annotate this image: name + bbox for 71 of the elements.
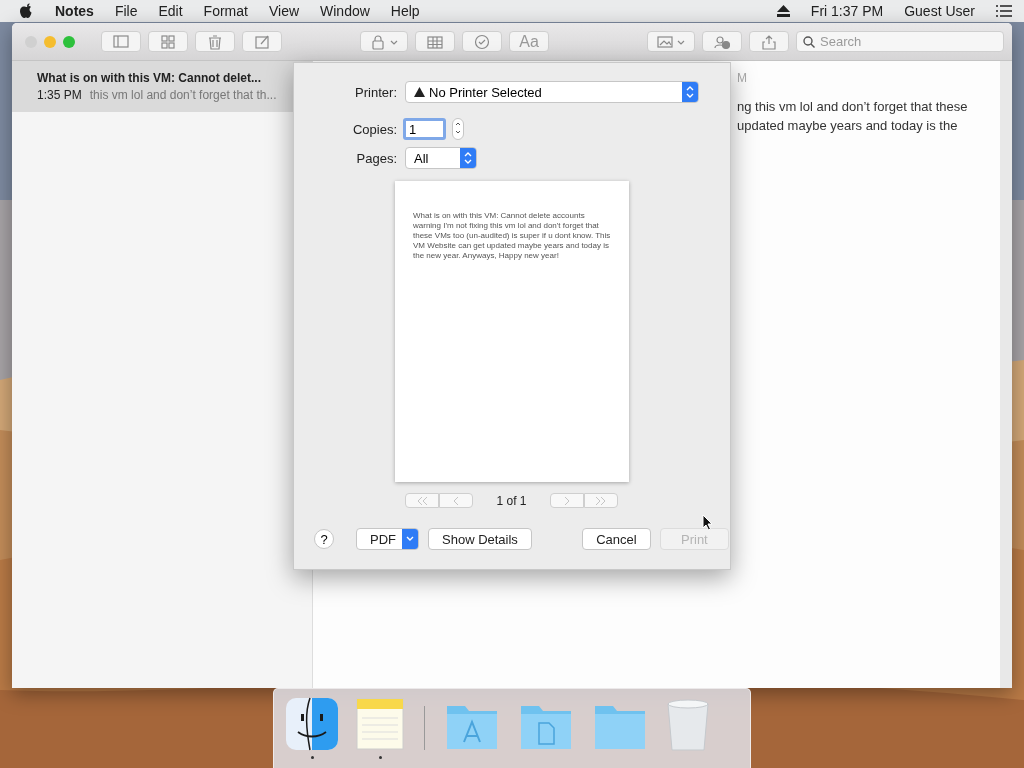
table-button[interactable] (415, 31, 455, 52)
compose-icon (253, 33, 271, 50)
checkmark-icon (473, 33, 491, 50)
trash-icon (206, 33, 224, 50)
double-chevron-left-icon (415, 496, 429, 505)
up-down-arrows-icon (686, 86, 694, 98)
zoom-button[interactable] (63, 35, 75, 48)
delete-button[interactable] (195, 31, 235, 52)
photo-icon (656, 33, 686, 50)
chevron-left-icon (453, 496, 459, 505)
running-indicator (378, 756, 382, 759)
next-page-button[interactable] (550, 493, 584, 508)
share-icon (760, 33, 778, 50)
share-button[interactable] (749, 31, 789, 52)
preview-text: What is on with this VM: Cannot delete accounts warning I'm not fixing this vm lol and don't forget that these VMs too (un-audited) is super if u dont know. This VM Website can get updated maybe years and today is the new year. Anyways, Happy new year! (413, 211, 612, 261)
eject-icon[interactable] (776, 5, 790, 17)
page-indicator: 1 of 1 (495, 493, 528, 508)
apple-icon[interactable] (20, 3, 34, 19)
up-down-arrows-icon (464, 152, 472, 164)
menu-item[interactable]: File (114, 3, 138, 19)
lock-button[interactable] (360, 31, 408, 52)
grid-icon (159, 33, 177, 50)
cursor-icon (702, 514, 713, 531)
pages-popup[interactable]: All (405, 147, 477, 169)
table-icon (426, 33, 444, 50)
menu-item[interactable]: Help (390, 3, 420, 19)
sidebar-button[interactable] (101, 31, 141, 52)
menu-item[interactable]: Window (320, 3, 370, 19)
note-text: ng this vm lol and don’t forget that these (737, 99, 969, 114)
finder-icon[interactable] (284, 696, 340, 752)
menu-item[interactable]: Format (203, 3, 248, 19)
person-add-icon (713, 33, 731, 50)
pdf-menu-button[interactable]: PDF (356, 528, 419, 550)
previous-page-button[interactable] (439, 493, 473, 508)
note-snippet: this vm lol and don’t forget that th... (89, 88, 277, 102)
double-chevron-right-icon (594, 496, 608, 505)
app-menu[interactable]: Notes (55, 3, 94, 19)
first-page-button[interactable] (405, 493, 439, 508)
user-menu[interactable]: Guest User (904, 3, 975, 19)
caret-icon (406, 536, 414, 542)
printer-label: Printer: (354, 84, 397, 100)
sidebar-icon (112, 33, 130, 50)
dialog-button[interactable]: Cancel (581, 528, 651, 550)
dialog-button[interactable]: Show Details (428, 528, 532, 550)
lock-icon (369, 33, 399, 50)
help-button[interactable]: ? (314, 529, 334, 549)
stepper[interactable] (452, 118, 464, 140)
add-people-button[interactable] (702, 31, 742, 52)
list-icon[interactable] (996, 5, 1012, 17)
note-time: 1:35 PM (37, 88, 82, 102)
checklist-button[interactable] (462, 31, 502, 52)
running-indicator (310, 756, 314, 759)
pages-label: Pages: (355, 150, 397, 166)
menu-item[interactable]: Edit (158, 3, 183, 19)
chevron-right-icon (564, 496, 570, 505)
copies-label: Copies: (351, 121, 397, 137)
gallery-button[interactable] (148, 31, 188, 52)
search-field[interactable]: Search (796, 31, 1004, 52)
media-button[interactable] (647, 31, 695, 52)
clock[interactable]: Fri 1:37 PM (810, 3, 884, 19)
note-date: M (737, 71, 748, 85)
menu-item[interactable]: View (268, 3, 300, 19)
note-list-item[interactable]: What is on with this VM: Cannot delet... 1:35 PM this vm lol and don’t forget that th... (12, 61, 312, 112)
warning-icon (414, 87, 425, 97)
printer-popup[interactable]: No Printer Selected (405, 81, 699, 103)
note-title: What is on with this VM: Cannot delet... (37, 71, 262, 85)
minimize-button[interactable] (44, 35, 56, 48)
compose-button[interactable] (242, 31, 282, 52)
last-page-button[interactable] (584, 493, 618, 508)
note-text: updated maybe years and today is the (737, 118, 959, 133)
copies-field[interactable]: 1 (403, 118, 446, 140)
